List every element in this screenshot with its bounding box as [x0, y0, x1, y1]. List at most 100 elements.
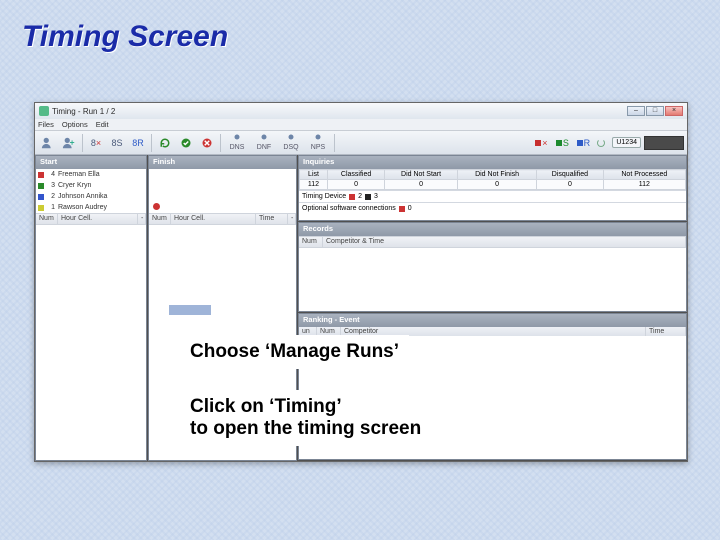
dot-red-icon: [349, 194, 355, 200]
start-num: 1: [47, 204, 55, 211]
records-pane: Records Num Competitor & Time: [298, 222, 687, 312]
inq-val-np: 112: [603, 180, 685, 190]
user-dnf-button[interactable]: DNF: [251, 133, 277, 153]
timing-device-row: Timing Device 2 3: [299, 190, 686, 202]
timing-device-label: Timing Device: [302, 193, 346, 200]
inq-col-dsq[interactable]: Disqualified: [537, 170, 604, 180]
code-field[interactable]: U1234: [612, 137, 641, 148]
col-hour[interactable]: Hour Cell.: [171, 214, 256, 224]
users-button[interactable]: [38, 133, 58, 153]
start-name: Rawson Audrey: [58, 204, 144, 211]
inquiries-pane: Inquiries List Classified Did Not Start …: [298, 155, 687, 221]
timing-device-value-b: 3: [374, 193, 378, 200]
finish-header: Finish: [149, 156, 296, 169]
menu-edit[interactable]: Edit: [96, 120, 109, 129]
col-competitor-time[interactable]: Competitor & Time: [323, 237, 686, 247]
start-num: 4: [47, 171, 55, 178]
user-dsq-button[interactable]: DSQ: [278, 133, 304, 153]
inquiries-header: Inquiries: [299, 156, 686, 169]
optional-conn-row: Optional software connections 0: [299, 202, 686, 214]
record-dot-icon: [153, 203, 160, 210]
window-title: Timing - Run 1 / 2: [52, 107, 115, 116]
col-time[interactable]: Time: [646, 327, 686, 336]
minimize-button[interactable]: –: [627, 106, 645, 116]
user-nps-button[interactable]: NPS: [305, 133, 331, 153]
inq-col-dns[interactable]: Did Not Start: [385, 170, 458, 180]
flag-blue-icon: [577, 140, 583, 146]
finish-top-area: [149, 169, 296, 213]
eight-s-button[interactable]: 8S: [107, 133, 127, 153]
menu-options[interactable]: Options: [62, 120, 88, 129]
start-column-headers: Num Hour Cell. -: [36, 213, 146, 225]
start-name: Cryer Kryn: [58, 182, 144, 189]
inq-val-list: 112: [300, 180, 328, 190]
inq-col-np[interactable]: Not Processed: [603, 170, 685, 180]
start-row[interactable]: 1Rawson Audrey: [36, 202, 146, 213]
records-body[interactable]: [299, 248, 686, 311]
col-spacer: -: [138, 214, 146, 224]
refresh-button[interactable]: [155, 133, 175, 153]
col-spacer: -: [288, 214, 296, 224]
col-hour[interactable]: Hour Cell.: [58, 214, 138, 224]
callout-line2: to open the timing screen: [190, 418, 421, 440]
confirm-button[interactable]: [176, 133, 196, 153]
start-name: Freeman Ella: [58, 171, 144, 178]
flag-icon: [38, 205, 44, 211]
flag-red-icon: [535, 140, 541, 146]
callout-timing: Click on ‘Timing’ to open the timing scr…: [180, 390, 431, 446]
menu-files[interactable]: Files: [38, 120, 54, 129]
user-dns-button[interactable]: DNS: [224, 133, 250, 153]
dot-red-icon: [399, 206, 405, 212]
inq-col-dnf[interactable]: Did Not Finish: [457, 170, 536, 180]
flag-green-icon: [556, 140, 562, 146]
user-add-button[interactable]: [59, 133, 79, 153]
flag-icon: [38, 172, 44, 178]
start-pane: Start 4Freeman Ella 3Cryer Kryn 2Johnson…: [35, 155, 147, 461]
callout-line1: Click on ‘Timing’: [190, 396, 421, 418]
highlighted-cell[interactable]: [169, 305, 211, 315]
flag-icon: [38, 194, 44, 200]
app-icon: [39, 106, 49, 116]
records-header: Records: [299, 223, 686, 236]
start-header: Start: [36, 156, 146, 169]
inq-val-dsq: 0: [537, 180, 604, 190]
start-row[interactable]: 4Freeman Ella: [36, 169, 146, 180]
flag-r-button[interactable]: R: [573, 133, 593, 153]
inq-val-dns: 0: [385, 180, 458, 190]
optional-conn-label: Optional software connections: [302, 205, 396, 212]
col-num[interactable]: Num: [149, 214, 171, 224]
col-time[interactable]: Time: [256, 214, 288, 224]
start-num: 3: [47, 182, 55, 189]
optional-conn-value: 0: [408, 205, 412, 212]
ranking-header: Ranking - Event: [299, 314, 686, 327]
cancel-button[interactable]: [197, 133, 217, 153]
toolbar: 8× 8S 8R DNS DNF DSQ NPS × S R U1234: [35, 131, 687, 155]
window-titlebar: Timing - Run 1 / 2 – □ ×: [35, 103, 687, 119]
inquiries-table: List Classified Did Not Start Did Not Fi…: [299, 169, 686, 190]
flag-s-button[interactable]: S: [552, 133, 572, 153]
flag-icon: [38, 183, 44, 189]
callout-manage-runs: Choose ‘Manage Runs’: [180, 335, 409, 369]
sync-icon: [597, 139, 605, 147]
menu-bar: Files Options Edit: [35, 119, 687, 131]
dot-black-icon: [365, 194, 371, 200]
finish-column-headers: Num Hour Cell. Time -: [149, 213, 296, 225]
maximize-button[interactable]: □: [646, 106, 664, 116]
start-grid-body[interactable]: [36, 225, 146, 460]
close-button[interactable]: ×: [665, 106, 683, 116]
dark-panel: [644, 136, 684, 150]
col-num[interactable]: Num: [299, 237, 323, 247]
timing-device-value-a: 2: [358, 193, 362, 200]
eight-x-button[interactable]: 8×: [86, 133, 106, 153]
eight-r-button[interactable]: 8R: [128, 133, 148, 153]
col-num[interactable]: Num: [36, 214, 58, 224]
records-column-headers: Num Competitor & Time: [299, 236, 686, 248]
inq-col-list[interactable]: List: [300, 170, 328, 180]
start-row[interactable]: 3Cryer Kryn: [36, 180, 146, 191]
start-num: 2: [47, 193, 55, 200]
slide-title: Timing Screen: [22, 20, 228, 54]
start-row[interactable]: 2Johnson Annika: [36, 191, 146, 202]
inq-col-classified[interactable]: Classified: [328, 170, 385, 180]
start-list: 4Freeman Ella 3Cryer Kryn 2Johnson Annik…: [36, 169, 146, 213]
flag-x-button[interactable]: ×: [531, 133, 551, 153]
